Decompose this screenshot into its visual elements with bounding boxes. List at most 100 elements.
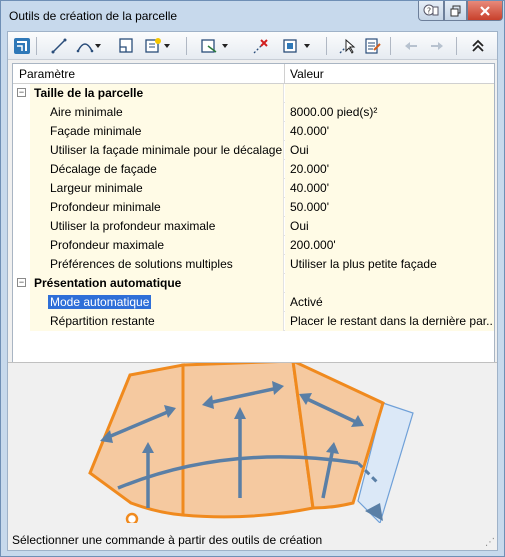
property-value[interactable]: 40.000' [285, 122, 494, 141]
property-value-text: 200.000' [290, 238, 336, 252]
line-tool-icon [51, 38, 67, 54]
property-value-text: Utiliser la plus petite façade [290, 257, 437, 271]
slide-line-icon [145, 38, 170, 53]
help-button[interactable]: ? [418, 1, 444, 21]
sub-entity-editor-icon [365, 38, 381, 54]
property-label: Préférences de solutions multiples [50, 257, 233, 271]
close-button[interactable] [467, 1, 503, 21]
property-row[interactable]: Profondeur minimale 50.000' [13, 198, 494, 217]
property-label: Façade minimale [50, 124, 142, 138]
property-row[interactable]: Façade minimale 40.000' [13, 122, 494, 141]
property-row[interactable]: Préférences de solutions multiples Utili… [13, 255, 494, 274]
row-gutter [13, 236, 30, 255]
curve-tool-button[interactable] [76, 36, 102, 56]
category-row-taille[interactable]: − Taille de la parcelle [13, 84, 494, 103]
row-gutter [13, 217, 30, 236]
property-label: Profondeur maximale [50, 238, 165, 252]
collapse-toggle-icon[interactable]: − [17, 88, 26, 97]
row-gutter [13, 141, 30, 160]
property-row[interactable]: Largeur minimale 40.000' [13, 179, 494, 198]
column-header-value[interactable]: Valeur [290, 67, 324, 81]
sub-entity-editor-button[interactable] [364, 36, 382, 56]
swing-line-button[interactable] [200, 36, 230, 56]
property-row[interactable]: Répartition restante Placer le restant d… [13, 312, 494, 331]
property-row[interactable]: Aire minimale 8000.00 pied(s)² [13, 103, 494, 122]
category-value [285, 84, 494, 103]
slide-line-button[interactable] [144, 36, 172, 56]
property-value-text: 40.000' [290, 124, 329, 138]
toolbar-separator [36, 37, 37, 55]
property-name: Préférences de solutions multiples [30, 255, 284, 274]
property-name: Décalage de façade [30, 160, 284, 179]
property-name: Largeur minimale [30, 179, 284, 198]
toolbar-separator [390, 37, 391, 55]
property-value[interactable]: 40.000' [285, 179, 494, 198]
property-name: Utiliser la façade minimale pour le déca… [30, 141, 284, 160]
toolbar-separator [186, 37, 187, 55]
row-gutter [13, 103, 30, 122]
delete-sub-entity-button[interactable] [252, 36, 270, 56]
category-value [285, 274, 494, 293]
category-label: Taille de la parcelle [34, 86, 144, 100]
category-row-presentation[interactable]: − Présentation automatique [13, 274, 494, 293]
row-gutter: − [13, 274, 30, 293]
collapse-button[interactable] [470, 36, 486, 56]
property-value[interactable]: Placer le restant dans la dernière par..… [285, 312, 494, 331]
property-label: Largeur minimale [50, 181, 143, 195]
parcel-union-button[interactable] [282, 36, 312, 56]
property-value[interactable]: 200.000' [285, 236, 494, 255]
property-row-selected[interactable]: Mode automatique Activé [13, 293, 494, 312]
column-header-param[interactable]: Paramètre [19, 67, 75, 81]
category-label: Présentation automatique [34, 276, 182, 290]
restore-icon [450, 5, 460, 16]
undo-icon [405, 42, 417, 50]
property-row[interactable]: Décalage de façade 20.000' [13, 160, 494, 179]
parcel-layout-icon [14, 38, 30, 54]
freeform-tool-icon [119, 38, 133, 53]
property-value[interactable]: Oui [285, 217, 494, 236]
property-value-text: 40.000' [290, 181, 329, 195]
pick-sub-entity-icon [339, 38, 356, 54]
category-name: Présentation automatique [30, 274, 284, 293]
property-value[interactable]: 20.000' [285, 160, 494, 179]
property-value-text: Placer le restant dans la dernière par..… [290, 314, 492, 328]
window: Outils de création de la parcelle ? Para… [0, 0, 505, 557]
window-title: Outils de création de la parcelle [9, 9, 178, 23]
line-tool-button[interactable] [50, 36, 68, 56]
property-label: Décalage de façade [50, 162, 157, 176]
delete-sub-entity-icon [253, 39, 268, 54]
title-bar: Outils de création de la parcelle ? [1, 1, 504, 31]
parcel-diagram [88, 358, 414, 526]
toolbar [8, 32, 497, 60]
property-value[interactable]: Utiliser la plus petite façade [285, 255, 494, 274]
property-name: Façade minimale [30, 122, 284, 141]
property-name: Utiliser la profondeur maximale [30, 217, 284, 236]
redo-button[interactable] [428, 36, 446, 56]
undo-button[interactable] [402, 36, 420, 56]
close-icon [480, 5, 490, 16]
row-gutter: − [13, 84, 30, 103]
property-row[interactable]: Utiliser la façade minimale pour le déca… [13, 141, 494, 160]
property-value[interactable]: 8000.00 pied(s)² [285, 103, 494, 122]
grid-header: Paramètre Valeur [13, 64, 494, 84]
svg-text:?: ? [427, 6, 431, 15]
status-bar-text: Sélectionner une commande à partir des o… [12, 533, 323, 547]
freeform-tool-button[interactable] [118, 36, 136, 56]
row-gutter [13, 255, 30, 274]
property-value[interactable]: Activé [285, 293, 494, 312]
collapse-toggle-icon[interactable]: − [17, 278, 26, 287]
category-name: Taille de la parcelle [30, 84, 284, 103]
property-value[interactable]: 50.000' [285, 198, 494, 217]
column-divider[interactable] [284, 64, 285, 84]
property-value-text: Activé [290, 295, 323, 309]
property-value[interactable]: Oui [285, 141, 494, 160]
parcel-layout-button[interactable] [13, 36, 31, 56]
property-name: Aire minimale [30, 103, 284, 122]
restore-button[interactable] [444, 1, 467, 21]
toolbar-separator [326, 37, 327, 55]
property-row[interactable]: Utiliser la profondeur maximale Oui [13, 217, 494, 236]
resize-grip-icon[interactable]: ⋰ [485, 537, 495, 548]
pick-sub-entity-button[interactable] [338, 36, 356, 56]
property-row[interactable]: Profondeur maximale 200.000' [13, 236, 494, 255]
curve-tool-icon [76, 43, 101, 53]
